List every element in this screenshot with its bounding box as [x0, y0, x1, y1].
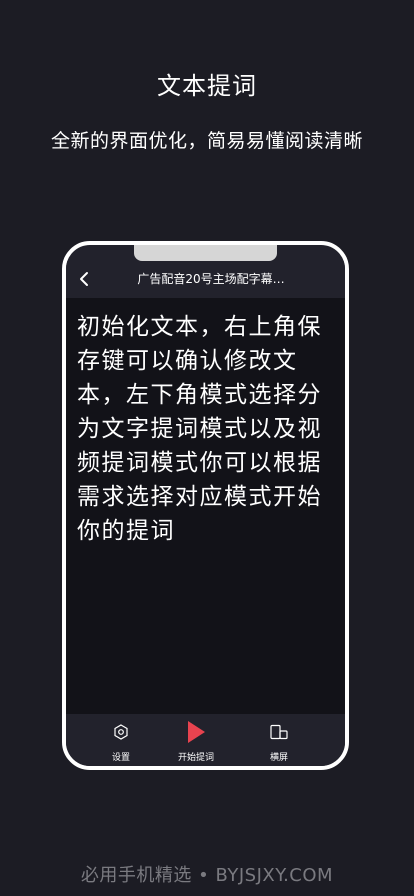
- hero-title: 文本提词: [157, 72, 257, 100]
- landscape-button[interactable]: 横屏: [244, 720, 314, 766]
- footer-watermark: 必用手机精选 • BYJSJXY.COM: [80, 865, 334, 886]
- landscape-label: 横屏: [269, 753, 288, 763]
- bottom-toolbar: 设置 开始提词 横屏: [66, 714, 345, 766]
- phone-mockup: 广告配音20号主场配字幕… 初始化文本，右上角保存键可以确认修改文本，左下角模式…: [62, 241, 349, 770]
- prompter-text: 初始化文本，右上角保存键可以确认修改文本，左下角模式选择分为文字提词模式以及视频…: [77, 314, 322, 544]
- phone-header: 广告配音20号主场配字幕…: [66, 261, 345, 297]
- hero-subtitle: 全新的界面优化，简易易懂阅读清晰: [50, 130, 363, 152]
- landscape-rotate-icon: [270, 720, 288, 744]
- back-button[interactable]: [74, 267, 94, 291]
- prompter-content[interactable]: 初始化文本，右上角保存键可以确认修改文本，左下角模式选择分为文字提词模式以及视频…: [66, 298, 345, 714]
- document-title: 广告配音20号主场配字幕…: [137, 272, 285, 286]
- play-icon: [186, 720, 206, 744]
- settings-label: 设置: [111, 753, 130, 763]
- chevron-left-icon: [80, 272, 88, 286]
- promo-page: 文本提词 全新的界面优化，简易易懂阅读清晰 广告配音20号主场配字幕… 初始化文…: [0, 0, 414, 896]
- start-prompter-label: 开始提词: [177, 753, 214, 763]
- settings-button[interactable]: 设置: [86, 720, 156, 766]
- phone-notch: [134, 245, 277, 261]
- start-prompter-button[interactable]: 开始提词: [161, 720, 231, 766]
- settings-icon: [113, 720, 129, 744]
